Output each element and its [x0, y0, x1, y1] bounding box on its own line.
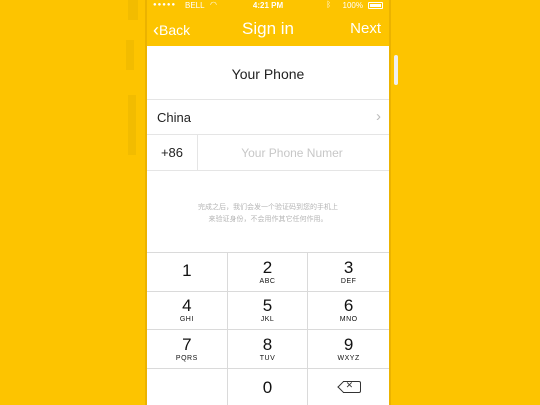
status-bar: ●●●●● BELL ◠ 4:21 PM ᛒ 100%: [147, 0, 389, 12]
key-letters: ABC: [259, 277, 276, 285]
key-0[interactable]: 0: [228, 368, 309, 405]
background-stripe: [126, 40, 134, 70]
numeric-keypad: 1 2 ABC 3 DEF 4 GHI 5 JKL 6 MNO 7 PQRS 8 TUV 9W…: [147, 252, 389, 405]
key-digit: 5: [262, 296, 273, 316]
background-stripe: [128, 95, 136, 155]
navigation-bar: ●●●●● BELL ◠ 4:21 PM ᛒ 100% ‹Back Sign i…: [147, 0, 389, 46]
phone-side-button: [394, 55, 398, 85]
key-2[interactable]: 2 ABC: [227, 253, 309, 292]
key-letters: GHI: [179, 316, 194, 324]
key-digit: 2: [262, 257, 273, 277]
key-letters: DEF: [340, 277, 357, 285]
phone-number-input[interactable]: [205, 140, 379, 166]
background-stripe: [128, 0, 138, 20]
phone-screen: ●●●●● BELL ◠ 4:21 PM ᛒ 100% ‹Back Sign i…: [145, 0, 391, 405]
key-digit: 9: [343, 334, 354, 354]
verification-note: 完成之后，我们会发一个验证码到您的手机上 来验证身份，不会用作其它任何作用。: [167, 202, 369, 226]
key-8[interactable]: 8 TUV: [227, 330, 309, 369]
key-1[interactable]: 1: [147, 253, 228, 292]
key-6[interactable]: 6 MNO: [308, 292, 389, 330]
key-3[interactable]: 3 DEF: [308, 253, 389, 292]
next-button[interactable]: Next: [350, 20, 381, 37]
battery-percent: 100%: [342, 1, 363, 10]
key-digit: 6: [343, 296, 354, 316]
key-letters: TUV: [259, 354, 276, 362]
key-digit: 4: [182, 296, 192, 316]
key-digit: 1: [182, 261, 192, 281]
section-heading: Your Phone: [231, 66, 305, 82]
key-digit: 7: [182, 334, 192, 354]
key-5[interactable]: 5 JKL: [227, 291, 309, 330]
key-digit: 3: [343, 257, 354, 277]
key-9[interactable]: 9 WXYZ: [308, 330, 389, 369]
delete-key[interactable]: ✕: [308, 369, 389, 405]
key-letters: WXYZ: [337, 354, 360, 362]
country-code[interactable]: +86: [147, 135, 198, 170]
chevron-right-icon: ›: [376, 108, 381, 125]
phone-row: +86: [147, 135, 389, 171]
country-selector[interactable]: China ›: [147, 99, 389, 135]
key-4[interactable]: 4 GHI: [147, 291, 228, 330]
backspace-icon: ✕: [342, 380, 361, 394]
key-letters: MNO: [339, 316, 358, 324]
note-line: 完成之后，我们会发一个验证码到您的手机上: [198, 204, 338, 211]
note-line: 来验证身份，不会用作其它任何作用。: [208, 216, 328, 223]
key-blank: [147, 368, 228, 405]
key-digit: 0: [262, 377, 273, 397]
country-label: China: [157, 110, 191, 125]
key-7[interactable]: 7 PQRS: [147, 330, 228, 369]
bluetooth-icon: ᛒ: [326, 0, 331, 9]
key-digit: 8: [262, 334, 273, 354]
battery-icon: [368, 2, 383, 9]
key-letters: PQRS: [175, 354, 198, 362]
key-letters: JKL: [260, 316, 275, 324]
